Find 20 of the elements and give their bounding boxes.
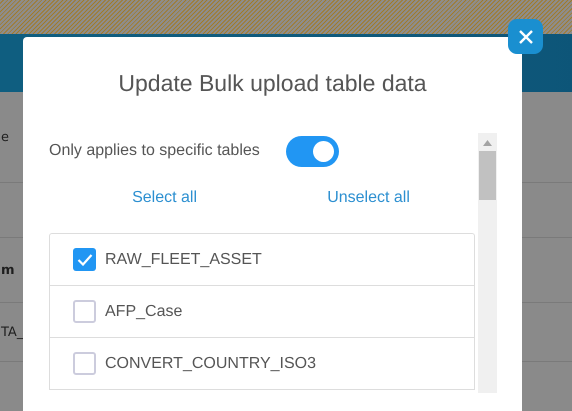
toggle-switch[interactable] (286, 136, 339, 166)
close-button[interactable] (508, 19, 543, 54)
check-icon (76, 253, 92, 266)
table-name: CONVERT_COUNTRY_ISO3 (105, 354, 316, 372)
link[interactable]: Select all (132, 189, 198, 207)
background-text: e (1, 130, 9, 144)
table-name: AFP_Case (105, 302, 182, 320)
scrollbar[interactable] (478, 133, 497, 393)
background-text: m (1, 262, 15, 278)
checkbox[interactable] (73, 248, 96, 271)
toggle-label: Only applies to specific tables (49, 142, 260, 160)
link[interactable]: Unselect all (327, 189, 410, 207)
background-text: TA_ (1, 324, 24, 340)
close-icon (518, 28, 534, 44)
dialog-title: Update Bulk upload table data (117, 69, 428, 97)
scroll-thumb[interactable] (479, 151, 496, 200)
checkbox[interactable] (73, 300, 96, 323)
checkbox[interactable] (73, 352, 96, 375)
scroll-up-icon[interactable] (483, 140, 492, 146)
table-name: RAW_FLEET_ASSET (105, 250, 262, 268)
